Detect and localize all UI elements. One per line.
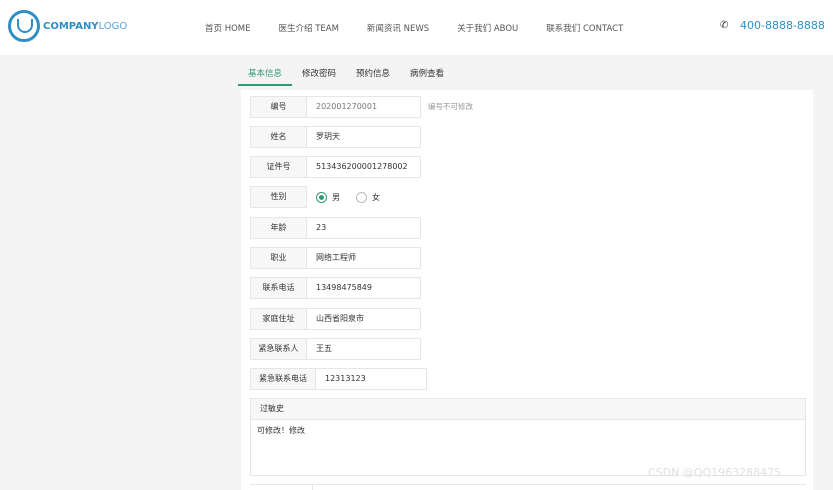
gender-option-label: 男 <box>332 192 340 202</box>
form-row-phone: 联系电话 13498475849 <box>250 277 421 299</box>
phone-icon: ✆ <box>720 19 729 31</box>
allergy-section: 过敏史 可修改！修改 <box>250 398 806 476</box>
form-row-job: 职业 网络工程师 <box>250 247 421 269</box>
gender-radio-group: 男 女 <box>307 186 421 208</box>
profile-tabs: 基本信息 修改密码 预约信息 病例查看 <box>238 60 454 86</box>
age-label: 年龄 <box>250 217 307 239</box>
tab-medical-records[interactable]: 病例查看 <box>400 60 454 86</box>
row-divider <box>312 485 313 490</box>
tab-appointments[interactable]: 预约信息 <box>346 60 400 86</box>
nav-item-team[interactable]: 医生介绍 TEAM <box>279 22 339 34</box>
basic-info-form: 编号 202001270001 编号不可修改 姓名 罗玥天 证件号 513436… <box>241 90 813 490</box>
id-label: 编号 <box>250 96 307 118</box>
logo-text: COMPANYLOGO <box>43 20 128 32</box>
form-row-address: 家庭住址 山西省阳泉市 <box>250 308 421 330</box>
cert-field[interactable]: 513436200001278002 <box>307 156 421 178</box>
form-row-id: 编号 202001270001 编号不可修改 <box>250 96 473 118</box>
job-field[interactable]: 网络工程师 <box>307 247 421 269</box>
radio-checked-icon[interactable] <box>316 191 327 203</box>
tab-basic-info[interactable]: 基本信息 <box>238 60 293 86</box>
nav-item-home[interactable]: 首页 HOME <box>205 22 251 34</box>
id-field: 202001270001 <box>307 96 421 118</box>
phone-label: 联系电话 <box>250 277 307 299</box>
emergency-phone-label: 紧急联系电话 <box>250 368 316 390</box>
gender-option-female[interactable]: 女 <box>356 191 380 203</box>
form-row-age: 年龄 23 <box>250 217 421 239</box>
age-field[interactable]: 23 <box>307 217 421 239</box>
nav-item-about[interactable]: 关于我们 ABOU <box>457 22 518 34</box>
site-header: COMPANYLOGO 首页 HOME 医生介绍 TEAM 新闻资讯 NEWS … <box>0 0 833 55</box>
gender-label: 性别 <box>250 186 307 208</box>
cert-label: 证件号 <box>250 156 307 178</box>
phone-contact: ✆ 400-8888-8888 <box>720 19 825 32</box>
id-hint: 编号不可修改 <box>428 102 473 111</box>
form-row-name: 姓名 罗玥天 <box>250 126 421 148</box>
name-label: 姓名 <box>250 126 307 148</box>
emergency-phone-field[interactable]: 12313123 <box>316 368 427 390</box>
emergency-contact-field[interactable]: 王五 <box>307 338 421 360</box>
watermark: CSDN @QQ1963288475 <box>648 466 782 479</box>
radio-unchecked-icon[interactable] <box>356 191 367 203</box>
next-form-row <box>250 484 806 490</box>
phone-field[interactable]: 13498475849 <box>307 277 421 299</box>
company-logo[interactable]: COMPANYLOGO <box>8 10 127 42</box>
job-label: 职业 <box>250 247 307 269</box>
emergency-contact-label: 紧急联系人 <box>250 338 307 360</box>
phone-number[interactable]: 400-8888-8888 <box>740 19 825 32</box>
stethoscope-icon <box>8 10 40 42</box>
address-label: 家庭住址 <box>250 308 307 330</box>
gender-option-label: 女 <box>372 192 380 202</box>
main-nav: 首页 HOME 医生介绍 TEAM 新闻资讯 NEWS 关于我们 ABOU 联系… <box>205 22 651 34</box>
address-field[interactable]: 山西省阳泉市 <box>307 308 421 330</box>
name-field[interactable]: 罗玥天 <box>307 126 421 148</box>
form-row-emergency-phone: 紧急联系电话 12313123 <box>250 368 427 390</box>
nav-item-news[interactable]: 新闻资讯 NEWS <box>367 22 429 34</box>
tab-change-password[interactable]: 修改密码 <box>292 60 346 86</box>
form-row-gender: 性别 男 女 <box>250 186 421 208</box>
form-row-cert: 证件号 513436200001278002 <box>250 156 421 178</box>
gender-option-male[interactable]: 男 <box>316 191 340 203</box>
form-row-emergency-contact: 紧急联系人 王五 <box>250 338 421 360</box>
nav-item-contact[interactable]: 联系我们 CONTACT <box>546 22 623 34</box>
allergy-label: 过敏史 <box>250 398 806 420</box>
